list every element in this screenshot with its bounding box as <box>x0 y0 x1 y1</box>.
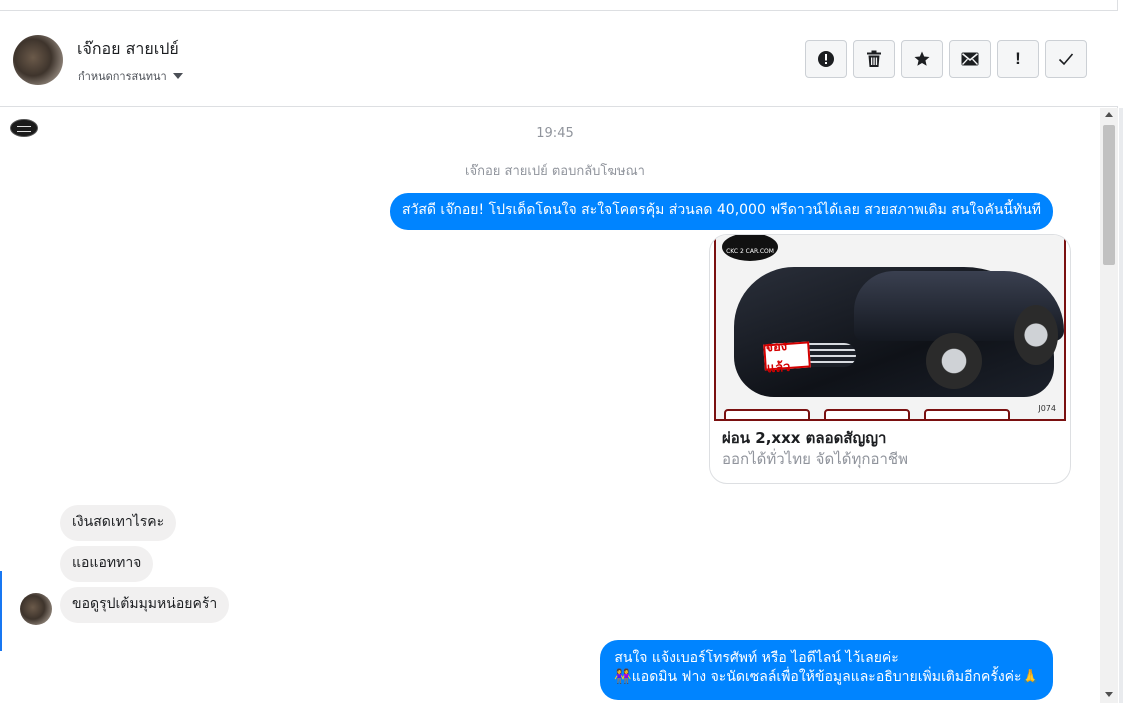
assign-conversation-dropdown[interactable]: กำหนดการสนทนา <box>78 67 183 85</box>
scrollbar[interactable] <box>1100 108 1118 703</box>
contact-avatar[interactable] <box>13 35 63 85</box>
scrollbar-thumb[interactable] <box>1103 125 1115 265</box>
thumbnail-strip <box>724 409 1010 419</box>
checkmark-icon <box>1058 53 1074 66</box>
page-edge <box>1119 108 1123 703</box>
conversation-header: เจ๊กอย สายเปย์ กำหนดการสนทนา ! <box>0 11 1118 107</box>
contact-avatar-small[interactable] <box>20 593 52 625</box>
outgoing-message-line: สนใจ แจ้งเบอร์โทรศัพท์ หรือ ไอดีไลน์ ไว้… <box>614 650 899 666</box>
conversation-toolbar: ! <box>805 40 1087 78</box>
scroll-down-arrow-icon[interactable] <box>1105 692 1113 697</box>
car-photo[interactable]: CKC 2 CAR.COM จองแล้ว J074 <box>714 235 1066 421</box>
message-thread[interactable]: 19:45 เจ๊กอย สายเปย์ ตอบกลับโฆษณา สวัสดี… <box>0 108 1100 703</box>
mark-unread-button[interactable] <box>949 40 991 78</box>
car-wheel-shape <box>926 333 982 389</box>
alert-circle-icon <box>818 51 834 67</box>
envelope-icon <box>961 52 979 66</box>
car-code: J074 <box>1038 404 1056 413</box>
car-body-shape <box>734 267 1064 397</box>
exclamation-icon: ! <box>1015 49 1021 68</box>
mark-done-button[interactable] <box>1045 40 1087 78</box>
thumbnail <box>924 409 1010 419</box>
incoming-message: ขอดูรุปเต้มมุมหน่อยคร้า <box>60 587 230 623</box>
reserved-stamp: จองแล้ว <box>763 339 811 376</box>
car-wheel-shape <box>1014 305 1058 365</box>
trash-icon <box>867 50 881 67</box>
thumbnail <box>824 409 910 419</box>
assign-label: กำหนดการสนทนา <box>78 70 167 83</box>
contact-name[interactable]: เจ๊กอย สายเปย์ <box>77 37 179 62</box>
incoming-message: แอแอททาจ <box>60 546 154 582</box>
star-icon <box>914 51 930 66</box>
thumbnail <box>724 409 810 419</box>
selection-marker <box>0 571 2 651</box>
ad-card-subtitle: ออกได้ทั่วไทย จัดได้ทุกอาชีพ <box>722 450 908 468</box>
report-spam-button[interactable] <box>805 40 847 78</box>
outgoing-message: สวัสดี เจ๊กอย! โปรเด็ดโดนใจ สะใจโคตรคุ้ม… <box>389 193 1053 230</box>
scroll-up-arrow-icon[interactable] <box>1105 112 1113 117</box>
caret-down-icon <box>172 73 183 79</box>
follow-up-button[interactable]: ! <box>997 40 1039 78</box>
incoming-message: เงินสดเทาไรคะ <box>60 505 177 541</box>
dealer-logo: CKC 2 CAR.COM <box>722 235 778 261</box>
delete-button[interactable] <box>853 40 895 78</box>
message-timestamp: 19:45 <box>536 126 574 141</box>
outgoing-message: สนใจ แจ้งเบอร์โทรศัพท์ หรือ ไอดีไลน์ ไว้… <box>600 640 1053 700</box>
star-button[interactable] <box>901 40 943 78</box>
ad-card[interactable]: CKC 2 CAR.COM จองแล้ว J074 ผ่อน 2,xxx ตล… <box>709 234 1071 484</box>
ad-reply-context: เจ๊กอย สายเปย์ ตอบกลับโฆษณา <box>465 164 645 179</box>
outgoing-message-line: 👭แอดมิน ฟาง จะนัดเซลล์เพื่อให้ข้อมูลและอ… <box>614 669 1039 685</box>
